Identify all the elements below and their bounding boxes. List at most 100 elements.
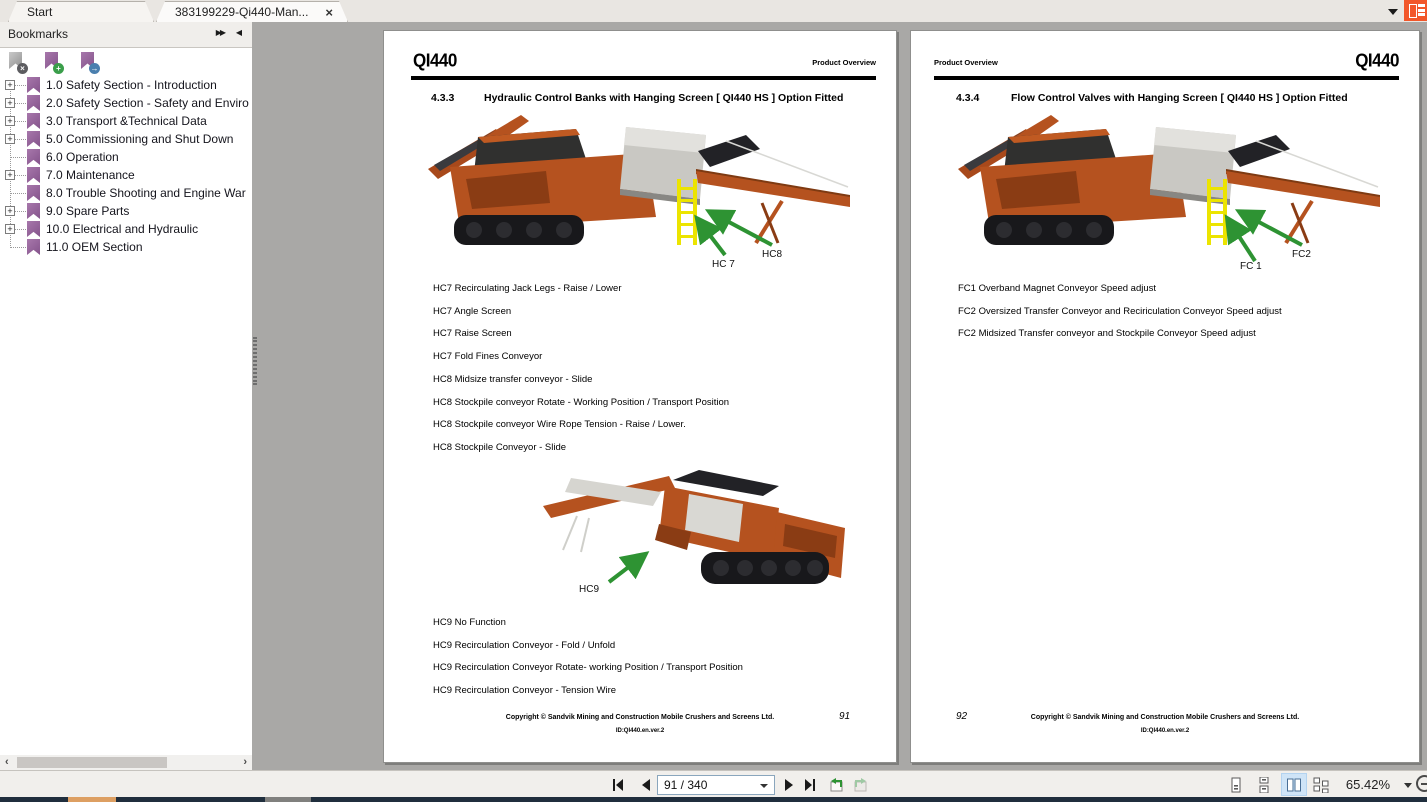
pdf-page-right: Product Overview QI440 4.3.4 Flow Contro… <box>910 30 1420 763</box>
fc-text: FC1 Overband Magnet Conveyor Speed adjus… <box>958 278 1282 346</box>
horizontal-scrollbar[interactable]: ‹ › <box>0 755 252 770</box>
copyright-line: Copyright © Sandvik Mining and Construct… <box>911 714 1419 721</box>
tab-start[interactable]: Start <box>8 1 154 22</box>
figure-crusher-hc7-hc8: HC 7 HC8 <box>426 109 856 271</box>
machine-body <box>543 470 845 584</box>
previous-view-button[interactable] <box>828 777 846 793</box>
continuous-facing-layout-icon[interactable] <box>1313 777 1329 793</box>
chevron-down-icon[interactable] <box>1388 9 1398 15</box>
scroll-right-icon[interactable]: › <box>243 756 247 769</box>
bookmark-icon <box>27 221 40 237</box>
bookmark-item[interactable]: + 10.0 Electrical and Hydraulic <box>0 220 252 238</box>
zoom-out-icon[interactable] <box>1416 775 1427 792</box>
crusher-illustration: HC9 <box>541 453 851 605</box>
page-logo: QI440 <box>413 50 457 72</box>
taskbar-orange-segment <box>68 797 116 802</box>
figure-callouts: HC9 <box>579 556 643 595</box>
page-number: 91 <box>839 711 850 722</box>
bookmark-icon <box>27 131 40 147</box>
bookmark-item[interactable]: 6.0 Operation <box>0 148 252 166</box>
tab-document[interactable]: 383199229-Qi440-Man... × <box>156 1 348 22</box>
doc-id-line: ID:QI440.en.ver.2 <box>911 728 1419 734</box>
close-icon[interactable]: × <box>325 2 333 23</box>
figure-label: HC9 <box>579 584 599 595</box>
bookmark-item[interactable]: + 2.0 Safety Section - Safety and Enviro <box>0 94 252 112</box>
section-title: Hydraulic Control Banks with Hanging Scr… <box>484 92 843 104</box>
expand-icon[interactable]: + <box>5 206 15 216</box>
bookmark-item[interactable]: + 3.0 Transport &Technical Data <box>0 112 252 130</box>
text-line: HC8 Midsize transfer conveyor - Slide <box>433 369 729 392</box>
goto-bookmark-icon[interactable]: → <box>80 52 100 74</box>
page-header-right: Product Overview <box>812 58 876 67</box>
continuous-layout-icon[interactable] <box>1256 777 1272 793</box>
bookmark-item[interactable]: + 7.0 Maintenance <box>0 166 252 184</box>
expand-icon[interactable]: + <box>5 98 15 108</box>
section-title: Flow Control Valves with Hanging Screen … <box>1011 92 1348 104</box>
page-logo: QI440 <box>1355 50 1399 72</box>
bookmarks-title: Bookmarks <box>8 27 68 41</box>
page-field-value: 91 / 340 <box>664 778 707 792</box>
section-number: 4.3.3 <box>431 92 454 104</box>
chevron-down-icon[interactable] <box>1404 783 1412 788</box>
page-number-input[interactable]: 91 / 340 <box>657 775 775 795</box>
text-line: HC7 Recirculating Jack Legs - Raise / Lo… <box>433 278 729 301</box>
figure-label: FC2 <box>1292 249 1311 260</box>
expand-all-icon[interactable]: ▶▶ <box>216 28 224 37</box>
pdf-page-left: QI440 Product Overview 4.3.3 Hydraulic C… <box>383 30 897 763</box>
figure-crusher-fc1-fc2: FC 1 FC2 <box>956 109 1386 271</box>
plugin-icon[interactable] <box>1404 0 1427 21</box>
status-bar: 91 / 340 65.42% <box>0 770 1427 797</box>
expand-icon[interactable]: + <box>5 170 15 180</box>
next-page-button[interactable] <box>781 777 797 793</box>
chevron-down-icon[interactable] <box>760 784 768 788</box>
bookmark-item[interactable]: 11.0 OEM Section <box>0 238 252 256</box>
bookmark-icon <box>27 185 40 201</box>
add-bookmark-icon[interactable]: + <box>44 52 64 74</box>
next-view-button[interactable] <box>851 777 869 793</box>
crusher-illustration: HC 7 HC8 <box>426 109 856 271</box>
machine-body <box>958 115 1380 245</box>
bookmark-item[interactable]: + 1.0 Safety Section - Introduction <box>0 76 252 94</box>
text-line: HC7 Fold Fines Conveyor <box>433 346 729 369</box>
doc-id-line: ID:QI440.en.ver.2 <box>384 728 896 734</box>
single-page-layout-icon[interactable] <box>1228 777 1244 793</box>
collapse-panel-icon[interactable]: ◀ <box>236 28 242 37</box>
text-line: HC7 Angle Screen <box>433 301 729 324</box>
facing-layout-icon[interactable] <box>1286 777 1302 793</box>
text-line: FC1 Overband Magnet Conveyor Speed adjus… <box>958 278 1282 301</box>
bookmark-item[interactable]: + 5.0 Commissioning and Shut Down <box>0 130 252 148</box>
bookmarks-toolbar: × + → <box>0 48 252 78</box>
expand-icon[interactable]: + <box>5 116 15 126</box>
last-page-button[interactable] <box>802 777 818 793</box>
document-area[interactable]: QI440 Product Overview 4.3.3 Hydraulic C… <box>252 22 1427 770</box>
expand-icon[interactable]: + <box>5 134 15 144</box>
section-number: 4.3.4 <box>956 92 979 104</box>
bookmark-icon <box>27 149 40 165</box>
bookmark-item[interactable]: + 9.0 Spare Parts <box>0 202 252 220</box>
bookmarks-tree: + 1.0 Safety Section - Introduction + 2.… <box>0 76 252 262</box>
bookmark-icon <box>27 239 40 255</box>
expand-icon[interactable]: + <box>5 80 15 90</box>
bookmark-icon <box>27 167 40 183</box>
figure-label: HC8 <box>762 249 782 260</box>
callout-arrow <box>609 556 643 582</box>
first-page-button[interactable] <box>610 777 626 793</box>
expand-icon[interactable]: + <box>5 224 15 234</box>
text-line: HC8 Stockpile conveyor Rotate - Working … <box>433 392 729 415</box>
text-line: HC9 Recirculation Conveyor Rotate- worki… <box>433 657 743 680</box>
scrollbar-thumb[interactable] <box>17 757 167 768</box>
add-badge: + <box>53 63 64 74</box>
bookmark-item[interactable]: 8.0 Trouble Shooting and Engine War <box>0 184 252 202</box>
zoom-level-value[interactable]: 65.42% <box>1338 777 1390 792</box>
page-number: 92 <box>956 711 967 722</box>
delete-bookmark-icon[interactable]: × <box>8 52 28 74</box>
delete-badge: × <box>17 63 28 74</box>
text-line: HC9 Recirculation Conveyor - Fold / Unfo… <box>433 635 743 658</box>
figure-label: FC 1 <box>1240 261 1262 271</box>
crusher-illustration: FC 1 FC2 <box>956 109 1386 271</box>
previous-page-button[interactable] <box>638 777 654 793</box>
page-header-left: Product Overview <box>934 58 998 67</box>
scroll-left-icon[interactable]: ‹ <box>5 756 9 769</box>
hc7-hc8-text: HC7 Recirculating Jack Legs - Raise / Lo… <box>433 278 729 460</box>
ladder <box>677 179 697 245</box>
